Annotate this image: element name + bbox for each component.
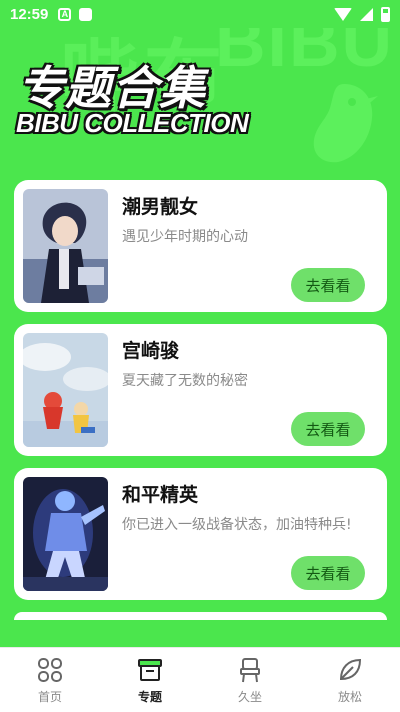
tab-sitting[interactable]: 久坐 <box>200 648 300 712</box>
bottom-tab-bar: 首页 专题 久坐 放松 <box>0 647 400 712</box>
view-button[interactable]: 去看看 <box>291 268 365 302</box>
tab-topics[interactable]: 专题 <box>100 648 200 712</box>
topic-card-partial[interactable] <box>14 612 387 620</box>
topic-title: 宫崎骏 <box>122 340 180 362</box>
view-button[interactable]: 去看看 <box>291 556 365 590</box>
topic-description: 遇见少年时期的心动 <box>122 229 248 245</box>
wifi-icon <box>334 7 352 21</box>
box-icon <box>138 659 162 681</box>
watermark-en: BIBU <box>215 28 395 81</box>
tab-home-label: 首页 <box>37 690 62 704</box>
tab-sitting-label: 久坐 <box>237 690 262 704</box>
status-indicators <box>334 6 390 22</box>
grid-icon <box>38 658 62 682</box>
topic-thumbnail <box>23 189 108 303</box>
topic-title: 和平精英 <box>122 484 199 506</box>
status-time: 12:59 <box>10 5 49 23</box>
topic-thumbnail <box>23 477 108 591</box>
tab-relax-label: 放松 <box>337 690 362 704</box>
topic-description: 你已进入一级战备状态，加油特种兵! <box>122 517 352 533</box>
signal-icon <box>360 7 373 21</box>
page-header: 哔布 BIBU 专题合集 BIBU COLLECTION <box>0 28 400 178</box>
tab-relax[interactable]: 放松 <box>300 648 400 712</box>
topic-list: 潮男靓女 遇见少年时期的心动 去看看 宫崎骏 夏天藏了无数的秘密 去看看 和平精… <box>14 180 387 632</box>
tab-home[interactable]: 首页 <box>0 648 100 712</box>
leaf-icon <box>339 658 362 681</box>
topic-thumbnail <box>23 333 108 447</box>
topic-title: 潮男靓女 <box>122 196 199 218</box>
view-button[interactable]: 去看看 <box>291 412 365 446</box>
topic-card[interactable]: 和平精英 你已进入一级战备状态，加油特种兵! 去看看 <box>14 468 387 600</box>
chair-icon <box>240 658 260 683</box>
page-subtitle: BIBU COLLECTION <box>16 108 249 138</box>
bird-watermark-icon <box>313 84 378 163</box>
a-notification-icon: A <box>58 7 72 21</box>
battery-icon <box>381 6 390 22</box>
status-bar: 12:59 A <box>0 0 400 28</box>
topic-card[interactable]: 宫崎骏 夏天藏了无数的秘密 去看看 <box>14 324 387 456</box>
topic-description: 夏天藏了无数的秘密 <box>122 373 248 389</box>
topic-card[interactable]: 潮男靓女 遇见少年时期的心动 去看看 <box>14 180 387 312</box>
square-notification-icon <box>79 7 93 21</box>
tab-topics-label: 专题 <box>137 690 162 704</box>
